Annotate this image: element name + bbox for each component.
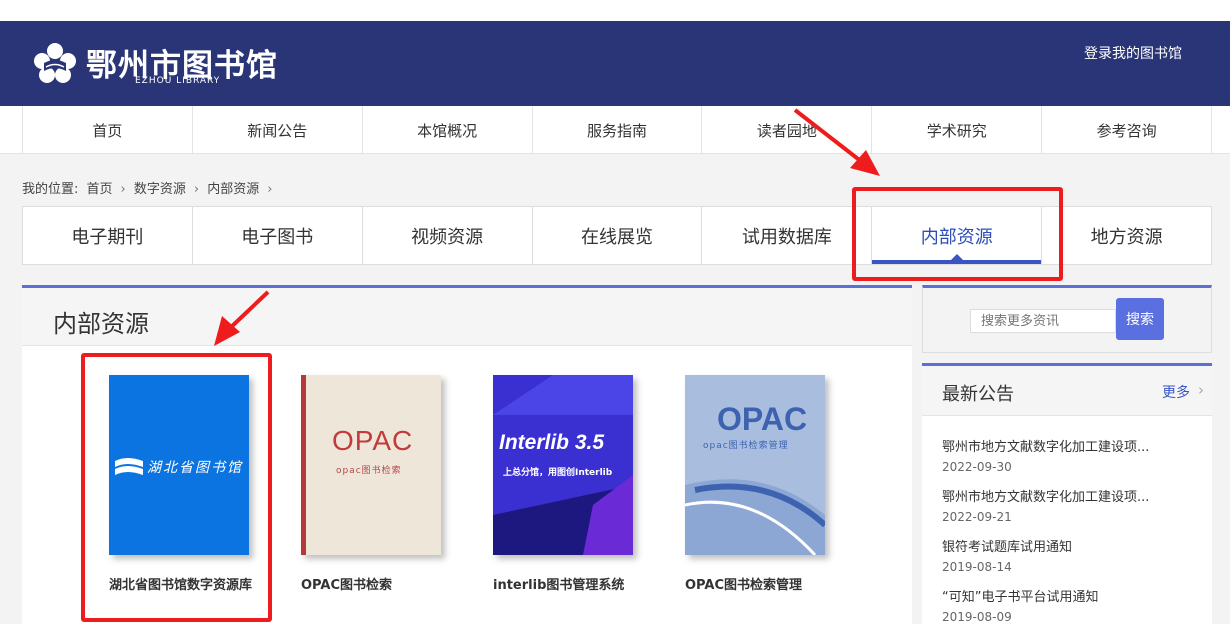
tab-ebooks[interactable]: 电子图书	[193, 207, 363, 264]
resource-card-label[interactable]: OPAC图书检索	[301, 571, 471, 600]
nav-item-home[interactable]: 首页	[23, 106, 193, 154]
cover-text: OPAC	[332, 425, 414, 456]
tab-ejournals[interactable]: 电子期刊	[23, 207, 193, 264]
list-item: 鄂州市地方文献数字化加工建设项... 2022-09-21	[942, 486, 1202, 536]
breadcrumb-item[interactable]: 首页	[87, 182, 113, 197]
main-nav: 首页 新闻公告 本馆概况 服务指南 读者园地 学术研究 参考咨询	[0, 106, 1230, 154]
breadcrumb-item[interactable]: 内部资源	[207, 182, 259, 197]
resource-card-label[interactable]: OPAC图书检索管理	[685, 571, 855, 600]
nav-item-services[interactable]: 服务指南	[533, 106, 703, 154]
notice-item-title[interactable]: 银符考试题库试用通知	[942, 536, 1202, 555]
search-input[interactable]	[970, 309, 1116, 333]
notice-item-title[interactable]: 鄂州市地方文献数字化加工建设项...	[942, 486, 1202, 505]
cover-text: 湖北省图书馆	[147, 460, 243, 476]
nav-item-news[interactable]: 新闻公告	[193, 106, 363, 154]
notice-list: 鄂州市地方文献数字化加工建设项... 2022-09-30 鄂州市地方文献数字化…	[942, 436, 1202, 624]
cover-image: OPAC opac图书检索	[301, 375, 441, 555]
cover-subtext: opac图书检索管理	[703, 441, 789, 451]
more-link[interactable]: 更多	[1162, 382, 1190, 402]
notice-item-date: 2019-08-14	[942, 560, 1012, 574]
tab-local-resources[interactable]: 地方资源	[1042, 207, 1211, 264]
notice-header: 最新公告 更多 ›	[922, 366, 1212, 416]
notice-item-title[interactable]: 鄂州市地方文献数字化加工建设项...	[942, 436, 1202, 455]
library-logo-icon	[34, 43, 76, 83]
breadcrumb-item[interactable]: 数字资源	[134, 182, 186, 197]
tab-trial-database[interactable]: 试用数据库	[702, 207, 873, 264]
cover-image: 湖北省图书馆	[109, 375, 249, 555]
nav-item-reference[interactable]: 参考咨询	[1042, 106, 1213, 154]
chevron-right-icon: ›	[267, 182, 273, 197]
cover-image: Interlib 3.5 上总分馆，用图创Interlib	[493, 375, 633, 555]
search-panel: 搜索	[922, 285, 1212, 353]
top-strip	[0, 0, 1230, 21]
cover-subtext: opac图书检索	[336, 466, 402, 476]
cover-text: OPAC	[717, 401, 808, 437]
list-item: “可知”电子书平台试用通知 2019-08-09	[942, 586, 1202, 624]
notice-item-date: 2022-09-21	[942, 510, 1012, 524]
resource-card-label[interactable]: interlib图书管理系统	[493, 571, 663, 600]
logo-subtitle: EZHOU LIBRARY	[135, 76, 221, 86]
page-title: 内部资源	[53, 310, 149, 338]
content-header	[22, 288, 912, 346]
cover-subtext: 上总分馆，用图创Interlib	[503, 468, 613, 478]
nav-item-research[interactable]: 学术研究	[872, 106, 1043, 154]
resource-card-interlib[interactable]: Interlib 3.5 上总分馆，用图创Interlib interlib图书…	[493, 375, 663, 600]
resource-card-hubei[interactable]: 湖北省图书馆 湖北省图书馆数字资源库	[109, 375, 279, 600]
list-item: 银符考试题库试用通知 2019-08-14	[942, 536, 1202, 586]
site-logo[interactable]: 鄂州市图书馆 EZHOU LIBRARY	[32, 39, 282, 91]
sub-nav: 电子期刊 电子图书 视频资源 在线展览 试用数据库 内部资源 地方资源	[22, 206, 1212, 265]
notice-item-date: 2019-08-09	[942, 610, 1012, 624]
nav-item-about[interactable]: 本馆概况	[363, 106, 533, 154]
search-button[interactable]: 搜索	[1116, 298, 1164, 340]
notice-item-title[interactable]: “可知”电子书平台试用通知	[942, 586, 1202, 605]
notice-panel: 最新公告 更多 › 鄂州市地方文献数字化加工建设项... 2022-09-30 …	[922, 363, 1212, 624]
chevron-right-icon[interactable]: ›	[1198, 381, 1204, 399]
cover-text: Interlib 3.5	[499, 431, 605, 454]
list-item: 鄂州市地方文献数字化加工建设项... 2022-09-30	[942, 436, 1202, 486]
resource-card-opac-manage[interactable]: OPAC opac图书检索管理 OPAC图书检索管理	[685, 375, 855, 600]
login-link[interactable]: 登录我的图书馆	[1084, 43, 1182, 63]
chevron-right-icon: ›	[193, 182, 200, 197]
breadcrumb-prefix: 我的位置:	[22, 182, 79, 197]
breadcrumb: 我的位置: 首页 › 数字资源 › 内部资源 ›	[22, 178, 276, 197]
site-header: 鄂州市图书馆 EZHOU LIBRARY 登录我的图书馆	[0, 21, 1230, 106]
resource-card-label[interactable]: 湖北省图书馆数字资源库	[109, 571, 279, 600]
content-panel: 内部资源 湖北省图书馆 湖北省图书馆数字资源库 OPAC opac图书检索 OP…	[22, 285, 912, 624]
cover-image: OPAC opac图书检索管理	[685, 375, 825, 555]
notice-item-date: 2022-09-30	[942, 460, 1012, 474]
resource-card-opac[interactable]: OPAC opac图书检索 OPAC图书检索	[301, 375, 471, 600]
chevron-right-icon: ›	[120, 182, 126, 197]
tab-video[interactable]: 视频资源	[363, 207, 533, 264]
tab-online-exhibit[interactable]: 在线展览	[533, 207, 703, 264]
notice-title: 最新公告	[942, 384, 1014, 405]
tab-internal-resources[interactable]: 内部资源	[872, 207, 1043, 264]
nav-item-readers[interactable]: 读者园地	[702, 106, 873, 154]
